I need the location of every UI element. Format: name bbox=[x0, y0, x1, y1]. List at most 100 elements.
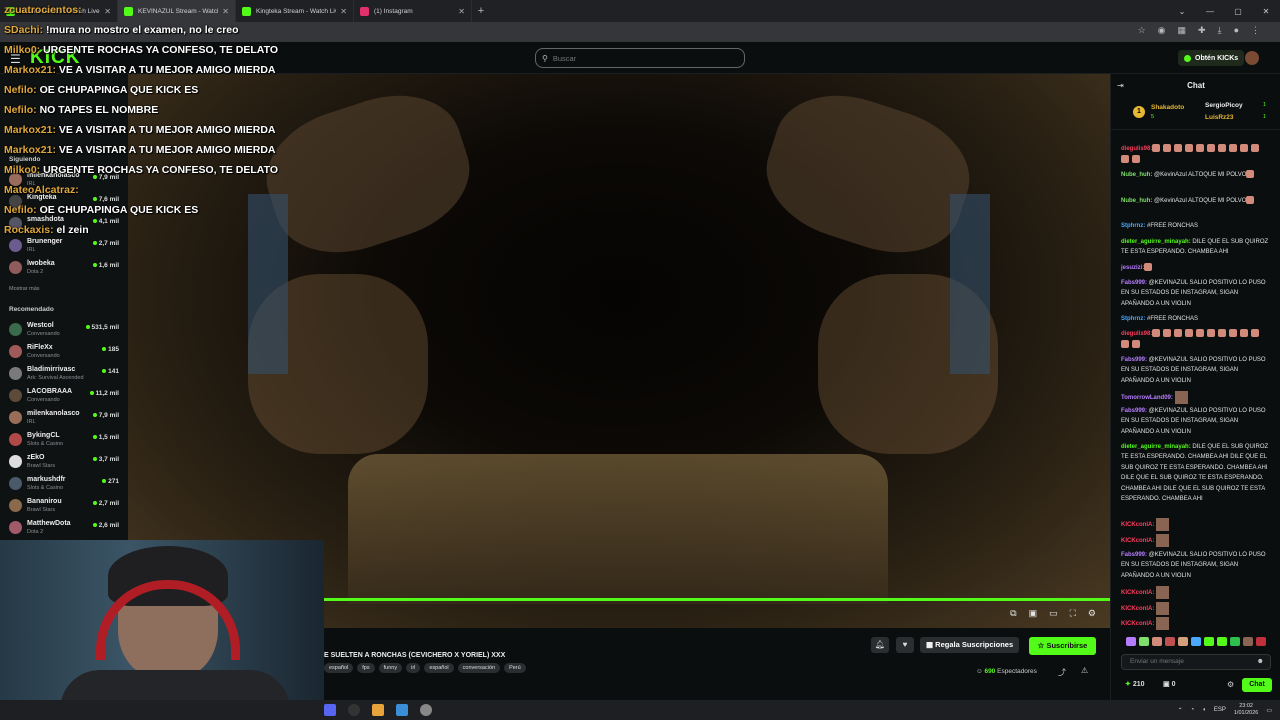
search-box[interactable]: ⚲ bbox=[535, 48, 745, 68]
more-menu-icon[interactable]: ⋮ bbox=[1251, 25, 1260, 36]
volume-icon[interactable]: ◖ bbox=[1202, 707, 1206, 713]
tag[interactable]: Perú bbox=[504, 663, 526, 673]
close-tab-icon[interactable]: ✕ bbox=[458, 7, 465, 16]
tag[interactable]: funny bbox=[378, 663, 403, 673]
gifter-name[interactable]: SergioPicoy bbox=[1205, 102, 1243, 109]
tray-arrow-icon[interactable]: ⌃ bbox=[1178, 707, 1183, 714]
chat-username[interactable]: Fabs999: bbox=[1121, 408, 1147, 414]
emote-icon[interactable] bbox=[1178, 637, 1188, 646]
notification-bell-button[interactable]: 🔔︎ bbox=[871, 637, 889, 653]
browser-tab-3[interactable]: Kingteka Stream - Watch Live o ✕ bbox=[236, 0, 354, 22]
chat-username[interactable]: KICKconIA: bbox=[1121, 590, 1154, 596]
close-window-icon[interactable]: ✕ bbox=[1252, 7, 1280, 16]
gifter-name[interactable]: Shakadoto bbox=[1151, 104, 1184, 111]
get-kicks-button[interactable]: Obtén KICKs bbox=[1178, 50, 1245, 66]
minimize-icon[interactable]: — bbox=[1196, 7, 1224, 16]
wifi-icon[interactable]: ◔ bbox=[1191, 707, 1195, 713]
share-icon[interactable]: ⤴ bbox=[1058, 667, 1066, 678]
chat-username[interactable]: KICKconIA: bbox=[1121, 522, 1154, 528]
app-icon[interactable] bbox=[372, 704, 384, 716]
chat-username[interactable]: dieter_aguirre_minayah: bbox=[1121, 444, 1191, 450]
clip-icon[interactable]: ▣ bbox=[1029, 608, 1038, 619]
emote-icon[interactable] bbox=[1217, 637, 1227, 646]
close-tab-icon[interactable]: ✕ bbox=[340, 7, 347, 16]
tag[interactable]: español bbox=[324, 663, 354, 673]
sidebar-item-recommended[interactable]: Bladimirrivasc Ark: Survival Ascended 14… bbox=[0, 364, 128, 386]
sidebar-item-recommended[interactable]: milenkanolasco IRL 7,9 mil bbox=[0, 408, 128, 430]
download-icon[interactable]: ⤓ bbox=[1218, 25, 1222, 36]
puzzle-icon[interactable]: ✚ bbox=[1198, 25, 1206, 36]
close-tab-icon[interactable]: ✕ bbox=[222, 7, 229, 16]
emote-icon[interactable] bbox=[1165, 637, 1175, 646]
extension-icon[interactable]: ◉ bbox=[1158, 25, 1166, 36]
browser-tab-2[interactable]: KEVINAZUL Stream - Watch Live ✕ bbox=[118, 0, 236, 22]
emote-icon[interactable] bbox=[1191, 637, 1201, 646]
chat-username[interactable]: Fabs999: bbox=[1121, 552, 1147, 558]
sidebar-item-recommended[interactable]: RiFleXx Conversando 185 bbox=[0, 342, 128, 364]
send-chat-button[interactable]: Chat bbox=[1242, 678, 1272, 692]
sidebar-item-recommended[interactable]: Bananirou Brawl Stars 2,7 mil bbox=[0, 496, 128, 518]
app-icon[interactable] bbox=[324, 704, 336, 716]
sidebar-item-following[interactable]: lwobeka Dota 2 1,6 mil bbox=[0, 258, 128, 280]
emote-icon[interactable] bbox=[1243, 637, 1253, 646]
notification-icon[interactable]: ▭ bbox=[1266, 707, 1272, 714]
chat-username[interactable]: Stphrnz: bbox=[1121, 316, 1145, 322]
pip-icon[interactable]: ⧉ bbox=[1010, 608, 1016, 619]
app-icon[interactable] bbox=[396, 704, 408, 716]
video-progress-bar[interactable] bbox=[324, 598, 1110, 601]
settings-gear-icon[interactable]: ⚙ bbox=[1088, 608, 1096, 619]
emote-icon[interactable] bbox=[1230, 637, 1240, 646]
chat-username[interactable]: jesuzizi: bbox=[1121, 265, 1144, 271]
emote-icon[interactable] bbox=[1126, 637, 1136, 646]
subscribe-button[interactable]: ☆ Suscribirse bbox=[1029, 637, 1096, 655]
gift-subs-button[interactable]: ▦ Regala Suscripciones bbox=[920, 637, 1020, 653]
browser-tab-4[interactable]: (1) Instagram ✕ bbox=[354, 0, 472, 22]
gifter-name[interactable]: LuisRz23 bbox=[1205, 114, 1234, 121]
report-warning-icon[interactable]: ⚠ bbox=[1081, 666, 1088, 675]
user-avatar[interactable] bbox=[1245, 51, 1259, 65]
input-language[interactable]: ESP bbox=[1214, 707, 1226, 713]
sidebar-item-recommended[interactable]: Westcol Conversando 531,5 mil bbox=[0, 320, 128, 342]
chat-username[interactable]: Fabs999: bbox=[1121, 357, 1147, 363]
tag[interactable]: conversación bbox=[457, 663, 501, 673]
chat-username[interactable]: Stphrnz: bbox=[1121, 223, 1145, 229]
chat-username[interactable]: TomorrowLand09: bbox=[1121, 395, 1173, 401]
bookmark-star-icon[interactable]: ☆ bbox=[1138, 25, 1146, 36]
chat-username[interactable]: Nube_huh: bbox=[1121, 172, 1152, 178]
obs-icon[interactable] bbox=[348, 704, 360, 716]
fullscreen-icon[interactable]: ⛶ bbox=[1070, 608, 1076, 619]
sidebar-item-recommended[interactable]: MatthewDota Dota 2 2,6 mil bbox=[0, 518, 128, 540]
chat-username[interactable]: KICKconIA: bbox=[1121, 606, 1154, 612]
tag[interactable]: español bbox=[424, 663, 454, 673]
chat-input-box[interactable]: ☻ bbox=[1121, 654, 1271, 670]
emote-icon[interactable] bbox=[1256, 637, 1266, 646]
app-icon[interactable] bbox=[420, 704, 432, 716]
chat-username[interactable]: diegulis98: bbox=[1121, 331, 1152, 337]
tag[interactable]: irl bbox=[406, 663, 421, 673]
grid-icon[interactable]: ▦ bbox=[1178, 25, 1187, 36]
tab-search-icon[interactable]: ⌄ bbox=[1168, 7, 1196, 16]
emote-icon[interactable] bbox=[1204, 637, 1214, 646]
sidebar-item-recommended[interactable]: zEkO Brawl Stars 3,7 mil bbox=[0, 452, 128, 474]
sidebar-item-following[interactable]: Brunenger IRL 2,7 mil bbox=[0, 236, 128, 258]
theater-mode-icon[interactable]: ▭ bbox=[1049, 608, 1058, 619]
show-more-link[interactable]: Mostrar más bbox=[9, 286, 40, 292]
chat-username[interactable]: Fabs999: bbox=[1121, 280, 1147, 286]
new-tab-button[interactable]: + bbox=[472, 5, 490, 17]
sidebar-item-recommended[interactable]: LACOBRAAA Conversando 11,2 mil bbox=[0, 386, 128, 408]
chat-settings-icon[interactable]: ⚙ bbox=[1227, 680, 1234, 689]
emoji-picker-icon[interactable]: ☻ bbox=[1257, 658, 1264, 665]
emote-icon[interactable] bbox=[1152, 637, 1162, 646]
chat-username[interactable]: KICKconIA: bbox=[1121, 621, 1154, 627]
chat-message-input[interactable] bbox=[1130, 658, 1250, 665]
chat-username[interactable]: KICKconIA: bbox=[1121, 538, 1154, 544]
tag[interactable]: fps bbox=[357, 663, 375, 673]
kicks-balance[interactable]: ▣ 0 bbox=[1163, 680, 1175, 688]
close-tab-icon[interactable]: ✕ bbox=[104, 7, 111, 16]
sidebar-item-recommended[interactable]: markushdfr Slots & Casino 271 bbox=[0, 474, 128, 496]
clock[interactable]: 23:02 1/01/2026 bbox=[1234, 703, 1258, 717]
emote-icon[interactable] bbox=[1139, 637, 1149, 646]
chat-username[interactable]: dieter_aguirre_minayah: bbox=[1121, 239, 1191, 245]
channel-points[interactable]: ✦ 210 bbox=[1125, 680, 1145, 688]
profile-icon[interactable]: ● bbox=[1234, 25, 1239, 36]
